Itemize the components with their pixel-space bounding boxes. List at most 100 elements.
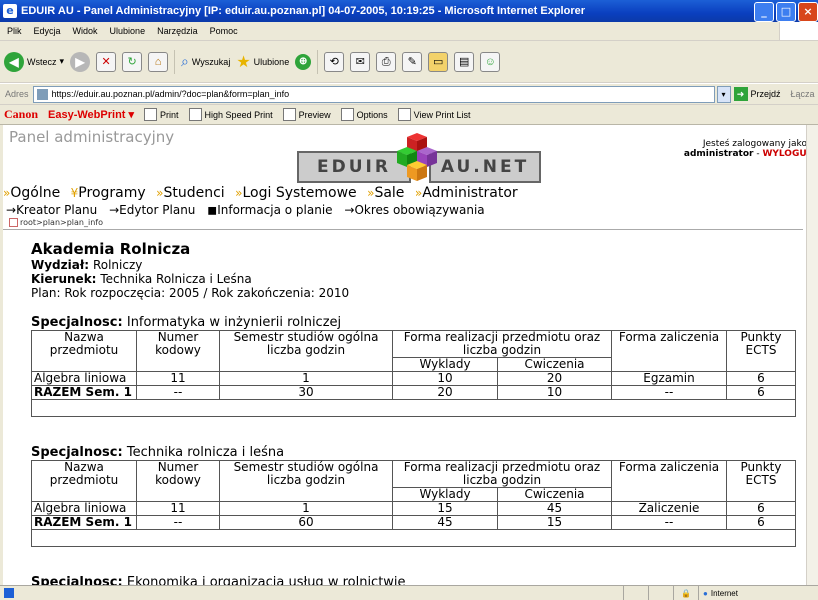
menu-favorites[interactable]: Ulubione xyxy=(110,26,146,36)
nav-general[interactable]: »Ogólne xyxy=(3,185,60,201)
go-arrow-icon: ➜ xyxy=(733,87,748,101)
empty-row xyxy=(31,399,796,417)
header-semester: Semestr studiów ogólna liczba godzin xyxy=(219,330,393,372)
search-button[interactable]: ⌕ Wyszukaj xyxy=(181,53,230,70)
research-button[interactable]: ▤ xyxy=(454,51,475,72)
header-form: Forma realizacji przedmiotu oraz liczba … xyxy=(392,330,612,358)
printer-icon xyxy=(144,108,158,121)
username: administrator xyxy=(683,149,754,159)
arrow-right-icon: → xyxy=(344,203,355,217)
minimize-button[interactable]: _ xyxy=(754,2,774,22)
view-print-list-button[interactable]: View Print List xyxy=(397,108,471,121)
lock-icon: 🔒 xyxy=(673,586,698,600)
list-icon xyxy=(397,108,411,121)
favorites-button[interactable]: ★ Ulubione xyxy=(236,52,289,72)
menu-edit[interactable]: Edycja xyxy=(34,26,61,36)
edit-button[interactable]: ✎ xyxy=(402,51,423,72)
table-row-total: RAZEM Sem. 1 -- 30 20 10 -- 6 xyxy=(31,385,796,400)
menu-bar: Plik Edycja Widok Ulubione Narzędzia Pom… xyxy=(0,22,818,41)
subnav-validity-period[interactable]: →Okres obowiązywania xyxy=(344,203,484,217)
subnav-plan-wizard[interactable]: →Kreator Planu xyxy=(6,203,97,217)
menu-tools[interactable]: Narzędzia xyxy=(157,26,198,36)
header-exercises: Cwiczenia xyxy=(497,487,612,502)
status-cell xyxy=(648,586,673,600)
page-viewport: Panel administracyjny Jesteś zalogowany … xyxy=(0,125,818,585)
maximize-button[interactable]: □ xyxy=(776,2,796,22)
home-button[interactable]: ⌂ xyxy=(148,51,169,72)
specialization-heading: Specjalnosc: Technika rolnicza i leśna xyxy=(31,445,285,460)
stop-button[interactable]: ✕ xyxy=(96,51,117,72)
messenger-button[interactable]: ☺ xyxy=(480,51,501,72)
vertical-scrollbar[interactable] xyxy=(806,125,818,585)
subnav-plan-info[interactable]: ◼Informacja o planie xyxy=(207,203,332,217)
browser-toolbar: ◀ Wstecz ▾ ▶ ✕ ↻ ⌂ ⌕ Wyszukaj ★ Ulubione… xyxy=(0,41,818,83)
mail-button[interactable]: ✉ xyxy=(350,51,371,72)
menu-view[interactable]: Widok xyxy=(73,26,98,36)
nav-rooms[interactable]: »Sale xyxy=(367,185,404,201)
back-button[interactable]: ◀ Wstecz ▾ xyxy=(4,51,64,72)
address-label: Adres xyxy=(5,89,29,99)
page-status-icon xyxy=(4,588,14,598)
preview-button[interactable]: Preview xyxy=(282,108,331,121)
forward-button[interactable]: ▶ xyxy=(70,51,91,72)
header-code: Numer kodowy xyxy=(136,460,220,502)
menu-help[interactable]: Pomoc xyxy=(210,26,238,36)
links-button[interactable]: Łącza xyxy=(791,89,815,99)
folder-button[interactable]: ▭ xyxy=(428,51,449,72)
history-button[interactable]: ⟲ xyxy=(324,51,345,72)
window-title-bar[interactable]: e EDUIR AU - Panel Administracyjny [IP: … xyxy=(0,0,818,22)
header-lectures: Wyklady xyxy=(392,487,498,502)
plan-content: Akademia Rolnicza Wydział: Rolniczy Kier… xyxy=(31,240,801,300)
search-label: Wyszukaj xyxy=(191,56,231,67)
header-credit: Forma zaliczenia xyxy=(611,460,727,502)
globe-icon: ● xyxy=(703,588,708,598)
nav-administrator[interactable]: »Administrator xyxy=(415,185,518,201)
address-input[interactable]: https://eduir.au.poznan.pl/admin/?doc=pl… xyxy=(32,85,715,103)
ie-icon: e xyxy=(3,4,17,18)
canon-print-button[interactable]: Print xyxy=(144,108,179,121)
table-row: Algebra liniowa 11 1 15 45 Zaliczenie 6 xyxy=(31,501,796,516)
options-button[interactable]: Options xyxy=(340,108,388,121)
nav-students[interactable]: »Studenci xyxy=(156,185,225,201)
nav-programs[interactable]: ¥Programy xyxy=(71,185,146,201)
address-dropdown[interactable]: ▾ xyxy=(716,85,731,103)
header-lectures: Wyklady xyxy=(392,357,498,372)
refresh-button[interactable]: ↻ xyxy=(122,51,143,72)
panel-title: Panel administracyjny xyxy=(9,128,175,146)
logout-link[interactable]: WYLOGUJ xyxy=(762,149,810,159)
easy-webprint-menu[interactable]: Easy-WebPrint ▾ xyxy=(48,108,134,121)
print-button[interactable]: ⎙ xyxy=(376,51,397,72)
search-icon: ⌕ xyxy=(181,53,189,69)
window-title: EDUIR AU - Panel Administracyjny [IP: ed… xyxy=(21,5,585,17)
printer-icon xyxy=(188,108,202,121)
go-button[interactable]: ➜ Przejdź xyxy=(733,87,781,101)
header-semester: Semestr studiów ogólna liczba godzin xyxy=(219,460,393,502)
high-speed-print-button[interactable]: High Speed Print xyxy=(188,108,273,121)
close-button[interactable]: × xyxy=(798,2,818,22)
menu-file[interactable]: Plik xyxy=(7,26,22,36)
header-name: Nazwa przedmiotu xyxy=(31,460,137,502)
preview-icon xyxy=(282,108,296,121)
logged-as-label: Jesteś zalogowany jako: xyxy=(702,139,810,149)
table-row: Algebra liniowa 11 1 10 20 Egzamin 6 xyxy=(31,371,796,386)
plan-table: Nazwa przedmiotu Numer kodowy Semestr st… xyxy=(31,460,796,547)
sub-navigation: →Kreator Planu →Edytor Planu ◼Informacja… xyxy=(6,203,493,217)
media-button[interactable]: ⊕ xyxy=(295,53,312,70)
address-url[interactable]: https://eduir.au.poznan.pl/admin/?doc=pl… xyxy=(52,89,290,99)
header-form: Forma realizacji przedmiotu oraz liczba … xyxy=(392,460,612,488)
nav-system-logs[interactable]: »Logi Systemowe xyxy=(235,185,357,201)
address-bar: Adres https://eduir.au.poznan.pl/admin/?… xyxy=(0,84,818,105)
plan-years: Plan: Rok rozpoczęcia: 2005 / Rok zakońc… xyxy=(31,286,350,300)
favorites-label: Ulubione xyxy=(253,56,290,67)
subnav-plan-editor[interactable]: →Edytor Planu xyxy=(109,203,195,217)
page-icon xyxy=(36,88,48,100)
windows-logo xyxy=(779,22,818,40)
breadcrumb-text[interactable]: root>plan>plan_info xyxy=(20,218,103,227)
zone-label: Internet xyxy=(710,588,738,598)
header-name: Nazwa przedmiotu xyxy=(31,330,137,372)
breadcrumb-icon xyxy=(9,218,18,227)
breadcrumb: root>plan>plan_info xyxy=(9,218,103,227)
header-exercises: Cwiczenia xyxy=(497,357,612,372)
go-label: Przejdź xyxy=(750,89,781,99)
faculty-line: Wydział: Rolniczy xyxy=(31,258,143,272)
